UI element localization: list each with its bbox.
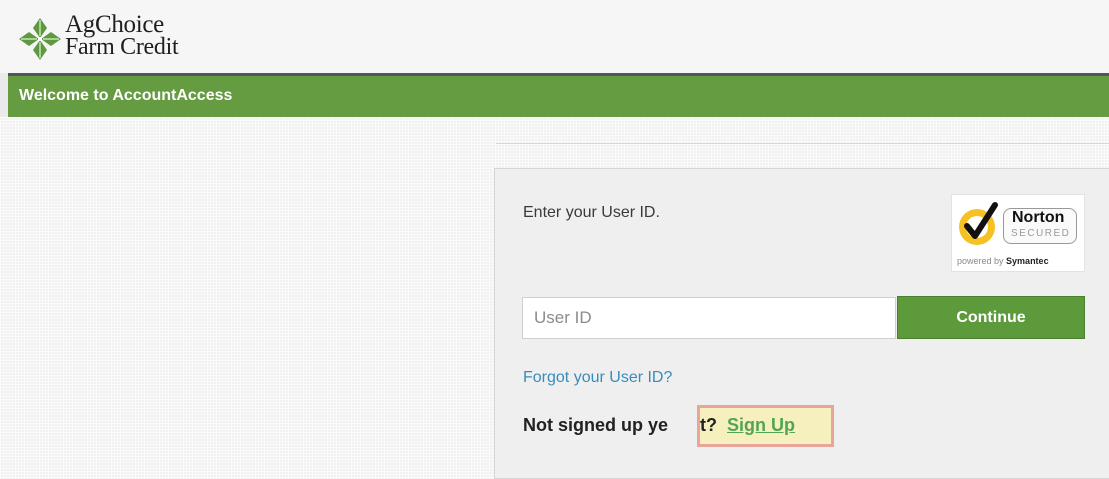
divider: [496, 143, 1109, 144]
powered-by-prefix: powered by: [957, 256, 1004, 266]
leaf-logo-icon: [19, 18, 61, 60]
logo-line-2: Farm Credit: [65, 34, 179, 60]
signup-link[interactable]: Sign Up: [727, 415, 795, 436]
left-margin: [0, 73, 8, 117]
logo-wordmark: AgChoice Farm Credit: [65, 11, 179, 60]
norton-name: Norton: [1012, 209, 1065, 226]
norton-checkmark-icon: [959, 202, 998, 245]
powered-by-brand: Symantec: [1006, 256, 1049, 266]
page-header: AgChoice Farm Credit: [0, 0, 1109, 73]
welcome-bar: Welcome to AccountAccess: [8, 73, 1109, 117]
continue-button[interactable]: Continue: [897, 296, 1085, 339]
welcome-title: Welcome to AccountAccess: [19, 87, 233, 104]
not-signed-up-tail: t?: [700, 415, 717, 435]
logo-line-1: AgChoice: [65, 11, 164, 38]
signup-highlight: t? Sign Up: [697, 405, 834, 447]
not-signed-up-text: Not signed up ye: [523, 415, 669, 435]
norton-label-box: Norton SECURED: [1003, 208, 1077, 244]
norton-secured: SECURED: [1011, 228, 1071, 239]
userid-input[interactable]: [522, 297, 896, 339]
forgot-userid-link[interactable]: Forgot your User ID?: [523, 369, 672, 387]
login-panel: Enter your User ID. Norton SECURED power…: [494, 168, 1109, 479]
norton-powered-by: powered by Symantec: [957, 256, 1049, 266]
agchoice-logo[interactable]: AgChoice Farm Credit: [17, 11, 217, 66]
userid-prompt: Enter your User ID.: [523, 204, 660, 221]
norton-secured-badge[interactable]: Norton SECURED powered by Symantec: [951, 194, 1085, 272]
